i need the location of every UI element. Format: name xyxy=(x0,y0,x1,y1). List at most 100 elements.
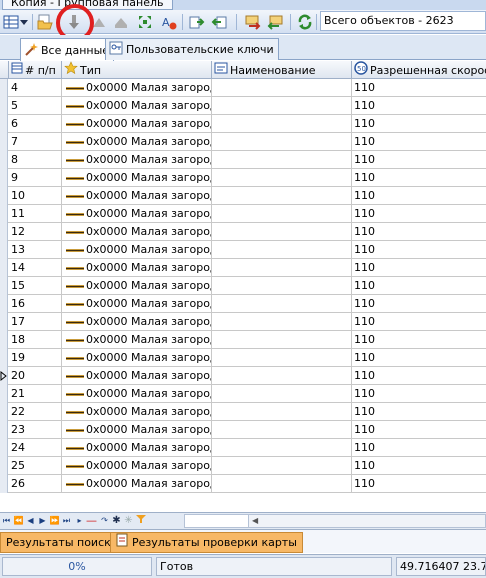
new-record-icon[interactable]: ✱ xyxy=(111,514,122,528)
refresh-icon[interactable] xyxy=(296,13,314,31)
next-page-icon[interactable]: ⏩ xyxy=(49,514,60,528)
cell-number[interactable]: 19 xyxy=(9,349,62,367)
cell-number[interactable]: 23 xyxy=(9,421,62,439)
open-folder-icon[interactable] xyxy=(36,13,54,31)
cell-speed[interactable]: 110 xyxy=(352,241,486,259)
row-indicator[interactable] xyxy=(0,277,8,295)
cell-name[interactable] xyxy=(212,187,352,205)
first-page-icon[interactable]: ⏮ xyxy=(1,514,12,528)
cell-name[interactable] xyxy=(212,151,352,169)
cell-type[interactable]: 0x0000 Малая загородна xyxy=(62,115,212,133)
tab-search-results[interactable]: Результаты поиска xyxy=(0,532,124,553)
cell-number[interactable]: 9 xyxy=(9,169,62,187)
cell-name[interactable] xyxy=(212,277,352,295)
table-row[interactable]: 19 0x0000 Малая загородна 110 xyxy=(0,349,486,367)
cell-number[interactable]: 7 xyxy=(9,133,62,151)
filter-icon[interactable] xyxy=(135,514,146,528)
cell-number[interactable]: 16 xyxy=(9,295,62,313)
cell-type[interactable]: 0x0000 Малая загородна xyxy=(62,241,212,259)
table-row[interactable]: 11 0x0000 Малая загородна 110 xyxy=(0,205,486,223)
row-indicator[interactable] xyxy=(0,403,8,421)
cell-speed[interactable]: 110 xyxy=(352,457,486,475)
row-indicator[interactable] xyxy=(0,295,8,313)
cell-type[interactable]: 0x0000 Малая загородна xyxy=(62,367,212,385)
table-row[interactable]: 23 0x0000 Малая загородна 110 xyxy=(0,421,486,439)
cell-speed[interactable]: 110 xyxy=(352,367,486,385)
cell-number[interactable]: 10 xyxy=(9,187,62,205)
cell-speed[interactable]: 110 xyxy=(352,385,486,403)
cell-number[interactable]: 22 xyxy=(9,403,62,421)
column-header-number[interactable]: # п/п xyxy=(9,61,62,79)
row-indicator[interactable] xyxy=(0,385,8,403)
table-row[interactable]: 9 0x0000 Малая загородна 110 xyxy=(0,169,486,187)
row-indicator[interactable] xyxy=(0,187,8,205)
cell-speed[interactable]: 110 xyxy=(352,223,486,241)
row-indicator[interactable] xyxy=(0,205,8,223)
cell-number[interactable]: 5 xyxy=(9,97,62,115)
table-row[interactable]: 21 0x0000 Малая загородна 110 xyxy=(0,385,486,403)
cell-name[interactable] xyxy=(212,385,352,403)
row-indicator[interactable] xyxy=(0,367,8,385)
cell-name[interactable] xyxy=(212,97,352,115)
cell-name[interactable] xyxy=(212,403,352,421)
last-page-icon[interactable]: ⏭ xyxy=(61,514,72,528)
export-icon[interactable] xyxy=(188,13,206,31)
cell-type[interactable]: 0x0000 Малая загородна xyxy=(62,79,212,97)
cell-speed[interactable]: 110 xyxy=(352,439,486,457)
column-header-type[interactable]: Тип xyxy=(62,61,212,79)
table-row[interactable]: 7 0x0000 Малая загородна 110 xyxy=(0,133,486,151)
table-row[interactable]: 26 0x0000 Малая загородна 110 xyxy=(0,475,486,493)
cell-number[interactable]: 13 xyxy=(9,241,62,259)
cell-speed[interactable]: 110 xyxy=(352,187,486,205)
row-indicator[interactable] xyxy=(0,475,8,493)
cell-type[interactable]: 0x0000 Малая загородна xyxy=(62,187,212,205)
dropdown-arrow-icon[interactable] xyxy=(19,13,29,31)
cell-type[interactable]: 0x0000 Малая загородна xyxy=(62,97,212,115)
scroll-left-arrow-icon[interactable]: ◀ xyxy=(252,515,258,527)
row-indicator[interactable] xyxy=(0,259,8,277)
row-indicator[interactable] xyxy=(0,97,8,115)
cell-name[interactable] xyxy=(212,457,352,475)
cell-name[interactable] xyxy=(212,259,352,277)
table-row[interactable]: 13 0x0000 Малая загородна 110 xyxy=(0,241,486,259)
move-down-icon[interactable] xyxy=(65,13,83,31)
tab-all-data[interactable]: Все данные xyxy=(20,38,115,61)
cell-name[interactable] xyxy=(212,439,352,457)
cell-number[interactable]: 12 xyxy=(9,223,62,241)
cell-type[interactable]: 0x0000 Малая загородна xyxy=(62,385,212,403)
horizontal-scrollbar[interactable]: ◀ xyxy=(184,514,486,528)
row-indicator[interactable] xyxy=(0,241,8,259)
cell-type[interactable]: 0x0000 Малая загородна xyxy=(62,421,212,439)
cell-name[interactable] xyxy=(212,331,352,349)
cell-type[interactable]: 0x0000 Малая загородна xyxy=(62,259,212,277)
table-row[interactable]: 24 0x0000 Малая загородна 110 xyxy=(0,439,486,457)
cell-number[interactable]: 14 xyxy=(9,259,62,277)
row-indicator[interactable] xyxy=(0,421,8,439)
cell-number[interactable]: 21 xyxy=(9,385,62,403)
table-row[interactable]: 14 0x0000 Малая загородна 110 xyxy=(0,259,486,277)
table-row[interactable]: 8 0x0000 Малая загородна 110 xyxy=(0,151,486,169)
cell-type[interactable]: 0x0000 Малая загородна xyxy=(62,313,212,331)
cell-type[interactable]: 0x0000 Малая загородна xyxy=(62,295,212,313)
cell-type[interactable]: 0x0000 Малая загородна xyxy=(62,349,212,367)
expand-arrows-icon[interactable] xyxy=(136,13,154,31)
table-row[interactable]: 12 0x0000 Малая загородна 110 xyxy=(0,223,486,241)
table-row[interactable]: 17 0x0000 Малая загородна 110 xyxy=(0,313,486,331)
cell-type[interactable]: 0x0000 Малая загородна xyxy=(62,169,212,187)
row-indicator[interactable] xyxy=(0,169,8,187)
cell-name[interactable] xyxy=(212,133,352,151)
cell-name[interactable] xyxy=(212,367,352,385)
cell-number[interactable]: 26 xyxy=(9,475,62,493)
row-indicator[interactable] xyxy=(0,349,8,367)
cell-speed[interactable]: 110 xyxy=(352,169,486,187)
cell-number[interactable]: 11 xyxy=(9,205,62,223)
cell-speed[interactable]: 110 xyxy=(352,331,486,349)
column-header-speed[interactable]: 50 Разрешенная скорост xyxy=(352,61,486,79)
cell-speed[interactable]: 110 xyxy=(352,205,486,223)
table-row[interactable]: 4 0x0000 Малая загородна 110 xyxy=(0,79,486,97)
scroll-thumb[interactable] xyxy=(185,515,249,527)
table-row[interactable]: 16 0x0000 Малая загородна 110 xyxy=(0,295,486,313)
cell-speed[interactable]: 110 xyxy=(352,403,486,421)
row-indicator[interactable] xyxy=(0,331,8,349)
table-row[interactable]: 20 0x0000 Малая загородна 110 xyxy=(0,367,486,385)
